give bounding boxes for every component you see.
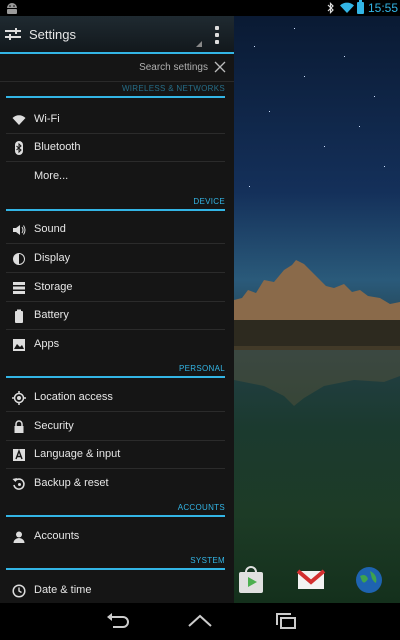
close-icon[interactable] [213, 60, 227, 74]
settings-item-accounts[interactable]: Accounts [6, 523, 225, 551]
status-bar: 15:55 [0, 0, 400, 16]
battery-icon [15, 309, 23, 323]
settings-item-backup[interactable]: Backup & reset [6, 470, 225, 498]
settings-item-label: Sound [34, 223, 66, 235]
clock-icon [12, 584, 26, 598]
settings-item-sound[interactable]: Sound [6, 216, 225, 244]
settings-item-label: Wi-Fi [34, 113, 60, 125]
section-label: ACCOUNTS [177, 503, 225, 512]
menu-corner-indicator [196, 41, 202, 47]
account-person-icon [13, 531, 25, 543]
bluetooth-icon [15, 141, 23, 155]
section-label: DEVICE [193, 197, 225, 206]
recents-icon[interactable] [272, 611, 300, 631]
settings-item-label: Security [34, 420, 74, 432]
section-wireless-networks: WIRELESS & NETWORKS [6, 84, 225, 98]
settings-item-wifi[interactable]: Wi-Fi [6, 106, 225, 134]
settings-item-label: Accounts [34, 530, 80, 542]
search-hint: Search settings [139, 62, 208, 73]
section-accounts: ACCOUNTS [6, 503, 225, 517]
settings-item-label: Apps [34, 338, 60, 350]
clock: 15:55 [368, 1, 399, 15]
play-store-icon[interactable] [236, 565, 266, 595]
sliders-icon[interactable] [5, 27, 21, 41]
settings-item-language[interactable]: Language & input [6, 441, 225, 469]
section-label: WIRELESS & NETWORKS [121, 84, 225, 93]
keyboard-letter-icon [13, 449, 25, 461]
action-bar: Settings [0, 16, 234, 54]
settings-item-label: More... [34, 170, 69, 182]
settings-item-label: Storage [34, 281, 73, 293]
section-device: DEVICE [6, 197, 225, 211]
location-target-icon [12, 391, 26, 405]
settings-panel: Settings Search settings WIRELESS & NETW… [0, 16, 234, 603]
section-system: SYSTEM [6, 556, 225, 570]
battery-icon [357, 0, 364, 14]
android-icon [7, 3, 17, 14]
settings-item-storage[interactable]: Storage [6, 274, 225, 302]
settings-item-apps[interactable]: Apps [6, 331, 225, 359]
page-title: Settings [29, 27, 76, 42]
bluetooth-icon [327, 2, 334, 14]
settings-item-bluetooth[interactable]: Bluetooth [6, 134, 225, 162]
settings-item-label: Location access [34, 391, 113, 403]
settings-item-label: Date & time [34, 584, 92, 596]
settings-item-label: Backup & reset [34, 477, 109, 489]
wifi-icon [340, 2, 354, 14]
settings-item-display[interactable]: Display [6, 245, 225, 273]
lake-reflection [234, 346, 400, 406]
search-bar[interactable]: Search settings [0, 56, 234, 82]
settings-item-label: Battery [34, 309, 69, 321]
settings-item-datetime[interactable]: Date & time [6, 577, 225, 603]
settings-item-battery[interactable]: Battery [6, 302, 225, 330]
settings-item-label: Display [34, 252, 71, 264]
section-label: SYSTEM [190, 556, 225, 565]
rock-formation-image [234, 260, 400, 350]
wallpaper [234, 16, 400, 603]
settings-item-label: Bluetooth [34, 141, 81, 153]
navigation-bar [0, 603, 400, 640]
settings-item-label: Language & input [34, 448, 121, 460]
section-label: PERSONAL [179, 364, 225, 373]
browser-globe-icon[interactable] [354, 565, 384, 595]
apps-icon [13, 339, 25, 351]
lock-icon [14, 420, 24, 433]
settings-item-more[interactable]: More... [6, 163, 225, 191]
back-icon[interactable] [103, 611, 131, 631]
overflow-menu-icon[interactable] [210, 25, 224, 47]
settings-item-location[interactable]: Location access [6, 384, 225, 412]
storage-icon [13, 282, 25, 294]
speaker-icon [13, 225, 26, 235]
backup-restore-icon [12, 478, 25, 490]
gmail-icon[interactable] [296, 565, 326, 595]
settings-item-security[interactable]: Security [6, 413, 225, 441]
home-dock [234, 565, 400, 603]
brightness-icon [13, 253, 25, 265]
section-personal: PERSONAL [6, 364, 225, 378]
home-icon[interactable] [186, 611, 214, 631]
wifi-icon [12, 115, 26, 125]
